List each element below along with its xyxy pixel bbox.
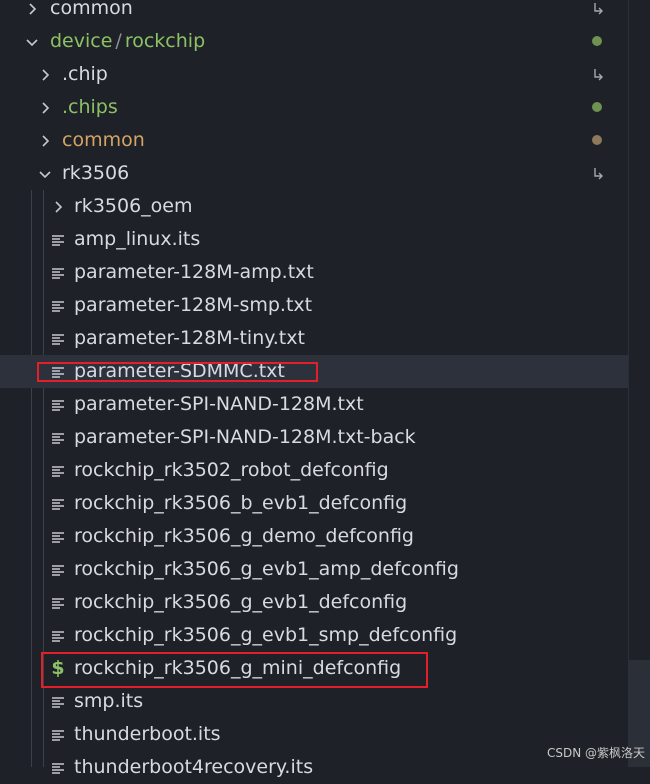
tree-item-file[interactable]: rockchip_rk3506_g_demo_defconfig: [0, 520, 628, 553]
tree-item-file[interactable]: rockchip_rk3506_g_evb1_amp_defconfig: [0, 553, 628, 586]
tree-item-label: amp_linux.its: [74, 228, 201, 250]
file-lines-icon: [49, 594, 67, 612]
git-status-dot: [592, 102, 602, 112]
chevron-right-icon: [36, 66, 54, 84]
file-lines-icon: [49, 396, 67, 414]
chevron-right-icon: [36, 99, 54, 117]
tree-item-file-selected[interactable]: parameter-SDMMC.txt: [0, 355, 628, 388]
file-lines-icon: [49, 363, 67, 381]
scrollbar-track[interactable]: [628, 0, 650, 767]
tree-item-label: smp.its: [74, 690, 144, 712]
tree-item-label: rockchip_rk3506_g_evb1_amp_defconfig: [74, 558, 459, 580]
file-lines-icon: [49, 561, 67, 579]
arrow-badge-icon: [590, 67, 606, 83]
tree-item-label: common: [50, 0, 133, 19]
shell-dollar-icon: $: [51, 657, 65, 679]
tree-item-file[interactable]: parameter-128M-tiny.txt: [0, 322, 628, 355]
tree-item-file[interactable]: amp_linux.its: [0, 223, 628, 256]
watermark: CSDN @紫枫洛天: [547, 746, 646, 760]
tree-item-label: rk3506_oem: [74, 195, 193, 217]
tree-item-file[interactable]: parameter-128M-amp.txt: [0, 256, 628, 289]
file-lines-icon: [49, 693, 67, 711]
tree-item-label: rockchip_rk3506_g_mini_defconfig: [74, 657, 402, 679]
tree-item-label: rockchip_rk3506_g_evb1_smp_defconfig: [74, 624, 458, 646]
tree-item-label: parameter-SDMMC.txt: [74, 360, 285, 382]
tree-item-label: thunderboot.its: [74, 723, 221, 745]
tree-item-file[interactable]: thunderboot4recovery.its: [0, 751, 628, 784]
file-lines-icon: [49, 462, 67, 480]
tree-item-label: rockchip_rk3506_g_evb1_defconfig: [74, 591, 408, 613]
tree-item-file[interactable]: smp.its: [0, 685, 628, 718]
tree-item-label: parameter-128M-amp.txt: [74, 261, 314, 283]
tree-item-label: rockchip_rk3502_robot_defconfig: [74, 459, 389, 481]
tree-item-label: parameter-SPI-NAND-128M.txt: [74, 393, 364, 415]
file-lines-icon: [49, 759, 67, 777]
file-lines-icon: [49, 495, 67, 513]
file-lines-icon: [49, 726, 67, 744]
chevron-down-icon: [36, 165, 54, 183]
tree-item-file[interactable]: parameter-SPI-NAND-128M.txt: [0, 388, 628, 421]
file-lines-icon: [49, 528, 67, 546]
tree-item-label: parameter-SPI-NAND-128M.txt-back: [74, 426, 416, 448]
tree-item-label: .chips: [62, 96, 118, 118]
tree-item-rk3506-folder[interactable]: rk3506: [0, 157, 628, 190]
tree-item-shell-file[interactable]: $ rockchip_rk3506_g_mini_defconfig: [0, 652, 628, 685]
git-status-dot: [592, 135, 602, 145]
tree-item-label: .chip: [62, 63, 108, 85]
tree-item-rk3506-oem-folder[interactable]: rk3506_oem: [0, 190, 628, 223]
tree-item-chip-folder[interactable]: .chip: [0, 58, 628, 91]
file-lines-icon: [49, 429, 67, 447]
file-lines-icon: [49, 264, 67, 282]
chevron-down-icon: [23, 33, 41, 51]
tree-item-common-subfolder[interactable]: common: [0, 124, 628, 157]
tree-item-label: common: [62, 129, 145, 151]
tree-item-chips-folder[interactable]: .chips: [0, 91, 628, 124]
file-lines-icon: [49, 297, 67, 315]
arrow-badge-icon: [590, 166, 606, 182]
tree-item-file[interactable]: rockchip_rk3502_robot_defconfig: [0, 454, 628, 487]
chevron-right-icon: [23, 0, 41, 18]
tree-item-label: parameter-128M-tiny.txt: [74, 327, 305, 349]
file-lines-icon: [49, 231, 67, 249]
tree-item-label: rockchip_rk3506_b_evb1_defconfig: [74, 492, 408, 514]
tree-item-label: parameter-128M-smp.txt: [74, 294, 313, 316]
tree-item-common-folder[interactable]: common: [0, 0, 628, 25]
arrow-badge-icon: [590, 1, 606, 17]
file-lines-icon: [49, 330, 67, 348]
tree-item-label: rk3506: [62, 162, 130, 184]
tree-item-device-rockchip-folder[interactable]: device / rockchip: [0, 25, 628, 58]
chevron-right-icon: [36, 132, 54, 150]
tree-item-file[interactable]: rockchip_rk3506_g_evb1_smp_defconfig: [0, 619, 628, 652]
tree-item-label: device / rockchip: [50, 30, 206, 52]
tree-item-file[interactable]: rockchip_rk3506_g_evb1_defconfig: [0, 586, 628, 619]
file-explorer-tree: common device / rockchip .chip .chips comm…: [0, 0, 650, 778]
tree-item-label: thunderboot4recovery.its: [74, 756, 314, 778]
git-status-dot: [592, 36, 602, 46]
file-lines-icon: [49, 627, 67, 645]
tree-item-file[interactable]: parameter-SPI-NAND-128M.txt-back: [0, 421, 628, 454]
tree-item-file[interactable]: parameter-128M-smp.txt: [0, 289, 628, 322]
tree-item-file[interactable]: rockchip_rk3506_b_evb1_defconfig: [0, 487, 628, 520]
tree-item-file[interactable]: thunderboot.its: [0, 718, 628, 751]
tree-item-label: rockchip_rk3506_g_demo_defconfig: [74, 525, 414, 547]
chevron-right-icon: [49, 198, 67, 216]
